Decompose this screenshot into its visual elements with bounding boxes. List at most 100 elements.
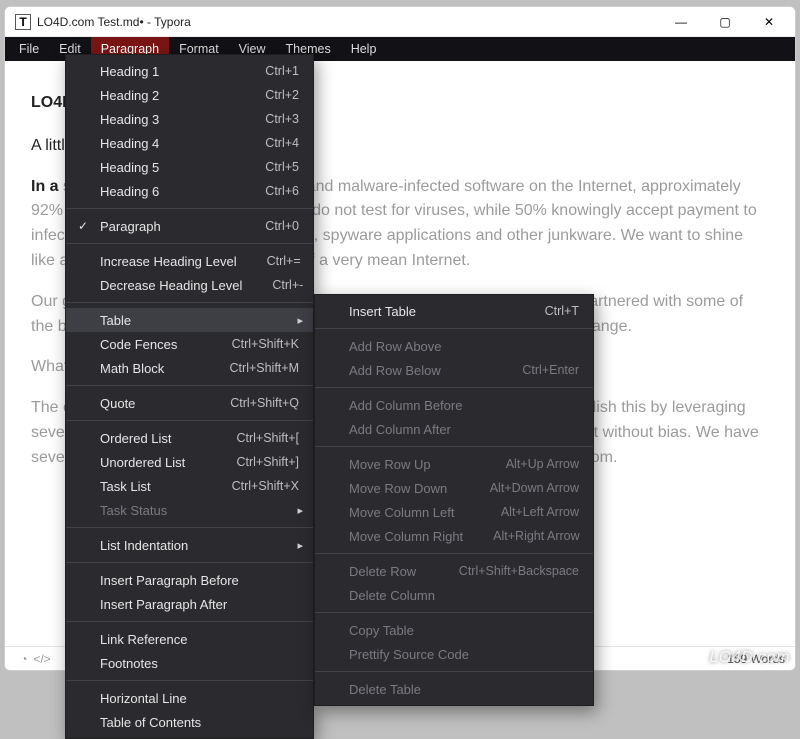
menu-item-shortcut: Ctrl+2	[265, 88, 299, 102]
sidebar-toggle-icon[interactable]: ◔	[15, 652, 33, 666]
menu-item-label: Task List	[100, 479, 232, 494]
menu-item-heading-4[interactable]: Heading 4Ctrl+4	[66, 131, 313, 155]
menu-item-label: Quote	[100, 396, 230, 411]
menu-item-label: Math Block	[100, 361, 230, 376]
menu-item-label: Table	[100, 313, 299, 328]
menu-item-shortcut: Ctrl+4	[265, 136, 299, 150]
menu-item-label: Move Row Up	[349, 457, 506, 472]
minimize-button[interactable]: —	[659, 7, 703, 37]
menu-item-prettify-source-code: Prettify Source Code	[315, 642, 593, 666]
menu-item-heading-6[interactable]: Heading 6Ctrl+6	[66, 179, 313, 203]
menu-item-ordered-list[interactable]: Ordered ListCtrl+Shift+[	[66, 426, 313, 450]
menu-item-heading-2[interactable]: Heading 2Ctrl+2	[66, 83, 313, 107]
menu-item-shortcut: Alt+Left Arrow	[501, 505, 579, 519]
menu-item-list-indentation[interactable]: List Indentation	[66, 533, 313, 557]
menu-item-task-status: Task Status	[66, 498, 313, 522]
menu-item-paragraph[interactable]: ParagraphCtrl+0	[66, 214, 313, 238]
menu-item-label: Heading 4	[100, 136, 265, 151]
menu-separator	[315, 553, 593, 554]
menu-item-delete-column: Delete Column	[315, 583, 593, 607]
maximize-button[interactable]: ▢	[703, 7, 747, 37]
menu-item-label: Code Fences	[100, 337, 232, 352]
menu-item-move-row-down: Move Row DownAlt+Down Arrow	[315, 476, 593, 500]
menu-item-insert-table[interactable]: Insert TableCtrl+T	[315, 299, 593, 323]
menu-item-label: Insert Paragraph After	[100, 597, 299, 612]
menu-separator	[315, 328, 593, 329]
menu-item-label: Add Row Below	[349, 363, 522, 378]
menu-item-label: Move Column Left	[349, 505, 501, 520]
menu-item-shortcut: Ctrl+6	[265, 184, 299, 198]
menu-item-label: Table of Contents	[100, 715, 299, 730]
menu-item-label: Ordered List	[100, 431, 236, 446]
source-mode-icon[interactable]: </>	[33, 652, 51, 666]
menu-item-shortcut: Alt+Up Arrow	[506, 457, 579, 471]
menu-item-link-reference[interactable]: Link Reference	[66, 627, 313, 651]
menu-item-shortcut: Ctrl+T	[545, 304, 579, 318]
menu-separator	[66, 302, 313, 303]
menu-item-shortcut: Ctrl+Shift+[	[236, 431, 299, 445]
window-title: LO4D.com Test.md• - Typora	[37, 15, 191, 29]
menu-item-shortcut: Ctrl+Shift+K	[232, 337, 299, 351]
menu-item-label: Paragraph	[100, 219, 265, 234]
menu-item-add-column-before: Add Column Before	[315, 393, 593, 417]
menu-separator	[66, 420, 313, 421]
menu-item-unordered-list[interactable]: Unordered ListCtrl+Shift+]	[66, 450, 313, 474]
menu-item-math-block[interactable]: Math BlockCtrl+Shift+M	[66, 356, 313, 380]
menu-item-label: Copy Table	[349, 623, 579, 638]
menu-item-shortcut: Ctrl+Shift+]	[236, 455, 299, 469]
menu-item-quote[interactable]: QuoteCtrl+Shift+Q	[66, 391, 313, 415]
menu-item-label: Heading 2	[100, 88, 265, 103]
menu-item-heading-1[interactable]: Heading 1Ctrl+1	[66, 59, 313, 83]
menu-item-code-fences[interactable]: Code FencesCtrl+Shift+K	[66, 332, 313, 356]
menu-separator	[66, 621, 313, 622]
doc-paragraph-lead: In a	[31, 178, 59, 195]
menu-separator	[315, 387, 593, 388]
menu-item-insert-paragraph-before[interactable]: Insert Paragraph Before	[66, 568, 313, 592]
menu-item-task-list[interactable]: Task ListCtrl+Shift+X	[66, 474, 313, 498]
menu-item-table[interactable]: Table	[66, 308, 313, 332]
menu-item-delete-table: Delete Table	[315, 677, 593, 701]
menu-item-shortcut: Ctrl+0	[265, 219, 299, 233]
menu-item-label: Heading 1	[100, 64, 265, 79]
menu-item-label: Delete Table	[349, 682, 579, 697]
menu-item-copy-table: Copy Table	[315, 618, 593, 642]
menu-item-insert-paragraph-after[interactable]: Insert Paragraph After	[66, 592, 313, 616]
menu-help[interactable]: Help	[341, 37, 387, 61]
menu-item-label: Prettify Source Code	[349, 647, 579, 662]
menu-file[interactable]: File	[9, 37, 49, 61]
menu-separator	[66, 243, 313, 244]
menu-separator	[66, 562, 313, 563]
menu-item-label: Move Row Down	[349, 481, 490, 496]
menu-item-shortcut: Ctrl+Shift+Backspace	[459, 564, 579, 578]
menu-item-table-of-contents[interactable]: Table of Contents	[66, 710, 313, 734]
menu-separator	[315, 446, 593, 447]
menu-item-footnotes[interactable]: Footnotes	[66, 651, 313, 675]
menu-item-horizontal-line[interactable]: Horizontal Line	[66, 686, 313, 710]
menu-item-shortcut: Ctrl+Shift+Q	[230, 396, 299, 410]
menu-separator	[66, 680, 313, 681]
menu-item-add-row-below: Add Row BelowCtrl+Enter	[315, 358, 593, 382]
menu-item-shortcut: Ctrl+=	[267, 254, 301, 268]
word-count[interactable]: 159 Words	[727, 652, 785, 666]
menu-item-label: Add Column Before	[349, 398, 579, 413]
paragraph-menu: Heading 1Ctrl+1Heading 2Ctrl+2Heading 3C…	[65, 54, 314, 739]
menu-item-heading-3[interactable]: Heading 3Ctrl+3	[66, 107, 313, 131]
menu-separator	[315, 671, 593, 672]
menu-item-add-column-after: Add Column After	[315, 417, 593, 441]
menu-separator	[66, 208, 313, 209]
menu-item-shortcut: Ctrl+3	[265, 112, 299, 126]
menu-item-increase-heading-level[interactable]: Increase Heading LevelCtrl+=	[66, 249, 313, 273]
app-icon: T	[15, 14, 31, 30]
menu-item-label: Delete Column	[349, 588, 579, 603]
menu-item-label: Link Reference	[100, 632, 299, 647]
menu-item-decrease-heading-level[interactable]: Decrease Heading LevelCtrl+-	[66, 273, 313, 297]
menu-item-label: Heading 5	[100, 160, 265, 175]
menu-item-label: List Indentation	[100, 538, 299, 553]
menu-item-add-row-above: Add Row Above	[315, 334, 593, 358]
menu-item-shortcut: Ctrl+-	[272, 278, 303, 292]
menu-item-delete-row: Delete RowCtrl+Shift+Backspace	[315, 559, 593, 583]
close-button[interactable]: ✕	[747, 7, 791, 37]
menu-item-label: Decrease Heading Level	[100, 278, 272, 293]
menu-item-shortcut: Ctrl+5	[265, 160, 299, 174]
menu-item-heading-5[interactable]: Heading 5Ctrl+5	[66, 155, 313, 179]
